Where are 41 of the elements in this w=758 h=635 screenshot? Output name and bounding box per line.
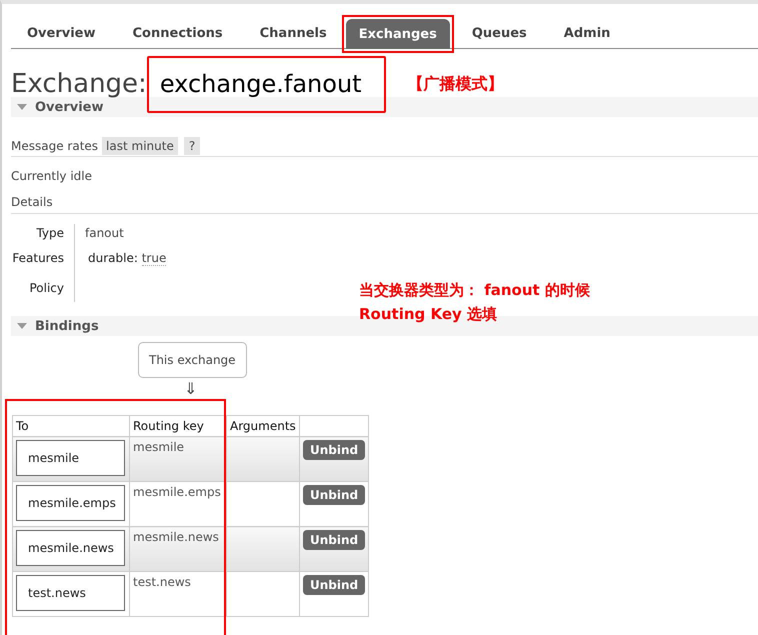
detail-label: Features [12, 251, 64, 265]
detail-value: true [142, 251, 166, 266]
nav-tab[interactable]: Channels [250, 18, 337, 48]
section-title: Bindings [35, 318, 99, 334]
detail-label: Policy [29, 281, 64, 295]
unbind-button[interactable]: Unbind [303, 485, 366, 505]
queue-link[interactable]: test.news [16, 575, 125, 611]
status-text: Currently idle [11, 169, 93, 183]
collapse-triangle-icon [17, 323, 27, 329]
nav-tab[interactable]: Admin [554, 18, 620, 48]
down-arrow: ⇓ [184, 381, 198, 397]
nav-tab[interactable]: Overview [17, 18, 106, 48]
detail-label: Type [36, 226, 64, 240]
exchange-name: exchange.fanout [146, 56, 386, 112]
nav-tab[interactable]: Queues [462, 18, 537, 48]
detail-key: durable: [88, 251, 138, 265]
routing-key: mesmile.emps [133, 485, 221, 499]
details-heading: Details [11, 195, 758, 214]
detail-value: fanout [85, 226, 124, 240]
rates-label: Message rates [11, 139, 98, 153]
page-title: Exchange: [11, 69, 147, 99]
annotation-text: 【广播模式】 [408, 74, 504, 94]
help-button[interactable]: ? [184, 137, 200, 155]
nav-tab[interactable]: Exchanges [346, 19, 450, 49]
section-header[interactable]: Overview [11, 97, 758, 117]
collapse-triangle-icon [17, 104, 27, 110]
routing-key: mesmile.news [133, 530, 219, 544]
queue-link[interactable]: mesmile [16, 440, 125, 476]
queue-link[interactable]: mesmile.emps [16, 485, 125, 521]
unbind-button[interactable]: Unbind [303, 440, 366, 460]
period-selector[interactable]: last minute [102, 137, 178, 155]
queue-link[interactable]: mesmile.news [16, 530, 125, 566]
column-header: To [12, 416, 130, 436]
section-title: Overview [35, 100, 104, 114]
nav-tab[interactable]: Connections [122, 18, 233, 48]
unbind-button[interactable]: Unbind [303, 575, 366, 595]
routing-key: mesmile [133, 440, 184, 454]
unbind-button[interactable]: Unbind [303, 530, 366, 550]
annotation-text: 当交换器类型为： fanout 的时候 [359, 280, 590, 301]
routing-key: test.news [133, 575, 191, 589]
source-exchange-box: This exchange [138, 342, 247, 378]
